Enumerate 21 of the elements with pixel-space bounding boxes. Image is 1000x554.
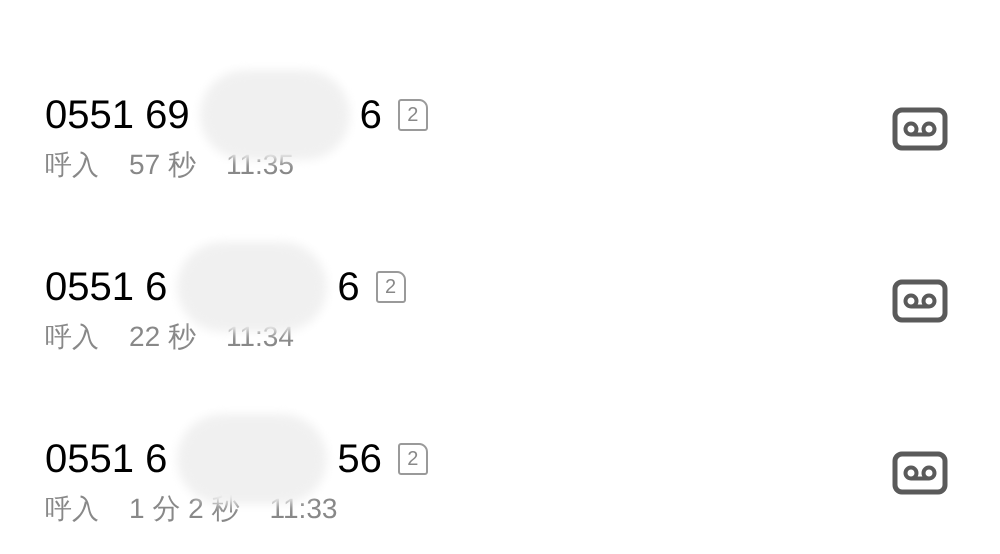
voicemail-icon[interactable] bbox=[892, 451, 948, 495]
call-direction: 呼入 bbox=[45, 152, 99, 178]
call-duration: 22 秒 bbox=[129, 323, 196, 351]
call-duration: 1 分 2 秒 bbox=[129, 495, 240, 523]
voicemail-icon[interactable] bbox=[892, 107, 948, 151]
sim-badge: 2 bbox=[376, 271, 406, 303]
call-direction: 呼入 bbox=[45, 496, 99, 522]
call-direction: 呼入 bbox=[45, 324, 99, 350]
call-time: 11:34 bbox=[226, 323, 294, 351]
phone-number-end: 6 bbox=[337, 267, 360, 307]
call-duration: 57 秒 bbox=[129, 151, 196, 179]
phone-number-end: 6 bbox=[360, 95, 382, 135]
phone-number-start: 0551 6 bbox=[45, 267, 168, 307]
phone-number-start: 0551 69 bbox=[45, 95, 190, 135]
sim-badge: 2 bbox=[398, 443, 428, 475]
call-time: 11:35 bbox=[226, 151, 294, 179]
sim-badge: 2 bbox=[398, 99, 428, 131]
phone-number-start: 0551 6 bbox=[45, 439, 168, 479]
phone-number-end: 56 bbox=[337, 439, 382, 479]
voicemail-icon[interactable] bbox=[892, 279, 948, 323]
call-time: 11:33 bbox=[269, 495, 338, 523]
